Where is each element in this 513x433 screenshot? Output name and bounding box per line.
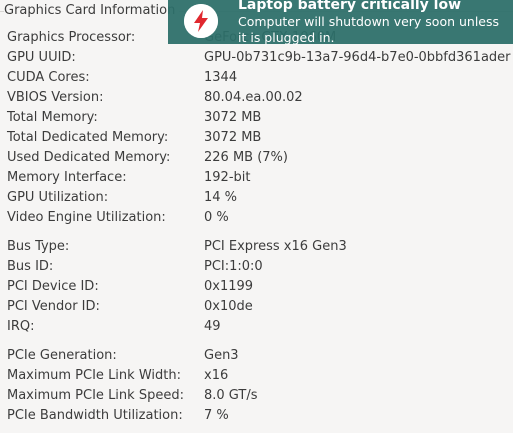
info-row: GPU UUID: GPU-0b731c9b-13a7-96d4-b7e0-0bb… <box>7 48 511 68</box>
info-row: CUDA Cores: 1344 <box>7 68 511 88</box>
info-label: Video Engine Utilization: <box>7 210 166 225</box>
info-value: x16 <box>204 368 229 383</box>
info-value: GPU-0b731c9b-13a7-96d4-b7e0-0bbfd361ader <box>204 50 511 65</box>
info-label: CUDA Cores: <box>7 70 90 85</box>
info-row: Video Engine Utilization: 0 % <box>7 208 511 228</box>
info-value: 192-bit <box>204 170 251 185</box>
info-label: PCIe Bandwidth Utilization: <box>7 408 183 423</box>
info-row: PCI Vendor ID: 0x10de <box>7 297 347 317</box>
frame-title: Graphics Card Information <box>4 3 180 19</box>
info-label: Total Memory: <box>7 110 98 125</box>
battery-critical-icon <box>184 4 218 38</box>
info-value: 80.04.ea.00.02 <box>204 90 303 105</box>
info-value: 0x1199 <box>204 279 254 294</box>
info-label: PCI Vendor ID: <box>7 299 100 314</box>
info-value: 49 <box>204 319 221 334</box>
info-label: IRQ: <box>7 319 35 334</box>
pcie-info-section: PCIe Generation: Gen3 Maximum PCIe Link W… <box>7 346 258 426</box>
info-label: Bus ID: <box>7 259 54 274</box>
graphics-card-info-panel: Graphics Card Information Graphics Proce… <box>0 0 513 433</box>
info-row: Bus Type: PCI Express x16 Gen3 <box>7 237 347 257</box>
info-row: VBIOS Version: 80.04.ea.00.02 <box>7 88 511 108</box>
info-row: PCIe Generation: Gen3 <box>7 346 258 366</box>
info-value: Gen3 <box>204 348 239 363</box>
info-row: IRQ: 49 <box>7 317 347 337</box>
battery-notification[interactable]: Laptop battery critically low Computer w… <box>168 0 513 45</box>
info-label: Used Dedicated Memory: <box>7 150 171 165</box>
info-label: GPU UUID: <box>7 50 76 65</box>
info-value: 3072 MB <box>204 110 262 125</box>
info-row: Maximum PCIe Link Width: x16 <box>7 366 258 386</box>
info-label: Bus Type: <box>7 239 70 254</box>
gpu-info-section: Graphics Processor:GeForce GTX 1060M GPU… <box>7 28 511 228</box>
info-row: GPU Utilization: 14 % <box>7 188 511 208</box>
info-row: Used Dedicated Memory: 226 MB (7%) <box>7 148 511 168</box>
info-value: 8.0 GT/s <box>204 388 258 403</box>
info-row: Total Dedicated Memory: 3072 MB <box>7 128 511 148</box>
info-label: PCIe Generation: <box>7 348 117 363</box>
info-label: Maximum PCIe Link Width: <box>7 368 181 383</box>
info-value: 0 % <box>204 210 229 225</box>
info-label: Total Dedicated Memory: <box>7 130 169 145</box>
info-row: Memory Interface: 192-bit <box>7 168 511 188</box>
info-row: PCI Device ID: 0x1199 <box>7 277 347 297</box>
info-label: GPU Utilization: <box>7 190 109 205</box>
info-row: Bus ID: PCI:1:0:0 <box>7 257 347 277</box>
info-row: Maximum PCIe Link Speed: 8.0 GT/s <box>7 386 258 406</box>
info-value: 14 % <box>204 190 238 205</box>
info-value: 3072 MB <box>204 130 262 145</box>
notification-body: Computer will shutdown very soon unless … <box>238 14 500 45</box>
info-value: 7 % <box>204 408 229 423</box>
info-value: 1344 <box>204 70 238 85</box>
info-value: 226 MB (7%) <box>204 150 288 165</box>
info-label: Maximum PCIe Link Speed: <box>7 388 184 403</box>
info-label: Memory Interface: <box>7 170 127 185</box>
info-row: PCIe Bandwidth Utilization: 7 % <box>7 406 258 426</box>
info-value: 0x10de <box>204 299 253 314</box>
info-value: PCI Express x16 Gen3 <box>204 239 347 254</box>
info-label: PCI Device ID: <box>7 279 99 294</box>
info-label: VBIOS Version: <box>7 90 104 105</box>
info-row: Total Memory: 3072 MB <box>7 108 511 128</box>
info-value: PCI:1:0:0 <box>204 259 263 274</box>
notification-title: Laptop battery critically low <box>238 0 462 13</box>
bus-info-section: Bus Type: PCI Express x16 Gen3 Bus ID: PCI… <box>7 237 347 337</box>
